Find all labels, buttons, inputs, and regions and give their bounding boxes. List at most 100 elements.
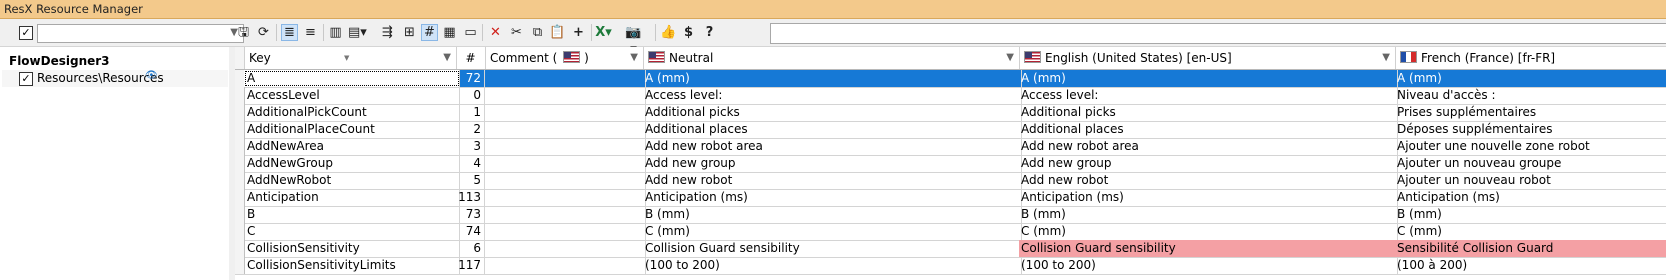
table-row[interactable]: AdditionalPickCount 1 Additional picks Addi… xyxy=(235,104,1666,122)
cell-english[interactable]: A (mm) xyxy=(1019,70,1398,87)
number-icon[interactable]: # xyxy=(421,24,438,41)
tree-icon[interactable]: ⊞ xyxy=(401,24,418,41)
cell-num[interactable]: 113 xyxy=(456,189,485,206)
cell-neutral[interactable]: C (mm) xyxy=(643,223,1022,240)
cell-comment[interactable] xyxy=(485,155,646,172)
cell-french[interactable]: Niveau d'accès : xyxy=(1395,87,1666,104)
cell-neutral[interactable]: A (mm) xyxy=(643,70,1022,87)
cell-english[interactable]: Collision Guard sensibility xyxy=(1019,240,1398,257)
filter-icon[interactable]: ▼ xyxy=(1006,47,1014,69)
cell-neutral[interactable]: Additional picks xyxy=(643,104,1022,121)
cell-comment[interactable] xyxy=(485,70,646,87)
cell-num[interactable]: 74 xyxy=(456,223,485,240)
save-icon[interactable]: 🖫 xyxy=(235,24,252,41)
add-icon[interactable]: + xyxy=(570,24,587,41)
cell-french[interactable]: (100 à 200) xyxy=(1395,257,1666,274)
cell-key[interactable]: B xyxy=(244,206,460,223)
cell-french[interactable]: C (mm) xyxy=(1395,223,1666,240)
filter-icon[interactable]: ▼ xyxy=(1382,47,1390,69)
cell-english[interactable]: Anticipation (ms) xyxy=(1019,189,1398,206)
import-icon[interactable]: ⇶ xyxy=(379,24,396,41)
cell-neutral[interactable]: Collision Guard sensibility xyxy=(643,240,1022,257)
cell-english[interactable]: (100 to 200) xyxy=(1019,257,1398,274)
cell-num[interactable]: 3 xyxy=(456,138,485,155)
cell-comment[interactable] xyxy=(485,257,646,274)
cell-french[interactable]: Ajouter un nouveau groupe xyxy=(1395,155,1666,172)
cell-neutral[interactable]: Additional places xyxy=(643,121,1022,138)
cell-num[interactable]: 72 xyxy=(456,70,485,87)
cell-num[interactable]: 117 xyxy=(456,257,485,274)
cell-key[interactable]: AccessLevel xyxy=(244,87,460,104)
table-row[interactable]: A 72 A (mm) A (mm) A (mm) xyxy=(235,70,1666,88)
cell-key[interactable]: AddNewRobot xyxy=(244,172,460,189)
cell-comment[interactable] xyxy=(485,172,646,189)
columns-menu-icon[interactable]: ▤▾ xyxy=(348,24,367,41)
cell-english[interactable]: Add new robot xyxy=(1019,172,1398,189)
table-row[interactable]: AddNewRobot 5 Add new robot Add new robot Aj… xyxy=(235,172,1666,190)
cell-french[interactable]: Ajouter une nouvelle zone robot xyxy=(1395,138,1666,155)
column-header-num[interactable]: # xyxy=(456,47,486,69)
filter-icon[interactable]: ▼ xyxy=(443,47,451,69)
cell-comment[interactable] xyxy=(485,121,646,138)
cell-num[interactable]: 6 xyxy=(456,240,485,257)
cell-num[interactable]: 4 xyxy=(456,155,485,172)
column-header-french[interactable]: French (France) [fr-FR] xyxy=(1395,47,1666,69)
cell-neutral[interactable]: Anticipation (ms) xyxy=(643,189,1022,206)
camera-icon[interactable]: 📷▾ xyxy=(625,24,642,57)
cell-neutral[interactable]: Access level: xyxy=(643,87,1022,104)
donate-icon[interactable]: $ xyxy=(680,24,697,41)
like-icon[interactable]: 👍 xyxy=(660,24,677,41)
cell-french[interactable]: B (mm) xyxy=(1395,206,1666,223)
cell-comment[interactable] xyxy=(485,223,646,240)
cell-comment[interactable] xyxy=(485,104,646,121)
table-row[interactable]: Anticipation 113 Anticipation (ms) Anticipa… xyxy=(235,189,1666,207)
cell-key[interactable]: AdditionalPickCount xyxy=(244,104,460,121)
column-header-key[interactable]: Key ▼ ▼ xyxy=(244,47,457,69)
table-row[interactable]: CollisionSensitivityLimits 117 (100 to 200… xyxy=(235,257,1666,275)
cell-neutral[interactable]: Add new robot xyxy=(643,172,1022,189)
cell-key[interactable]: CollisionSensitivityLimits xyxy=(244,257,460,274)
tree-item-checkbox[interactable]: ✓ xyxy=(19,72,33,86)
refresh-icon[interactable]: ⟳ xyxy=(255,24,272,41)
cell-key[interactable]: A xyxy=(244,70,460,87)
cell-num[interactable]: 0 xyxy=(456,87,485,104)
cell-french[interactable]: A (mm) xyxy=(1395,70,1666,87)
column-header-neutral[interactable]: Neutral ▼ xyxy=(643,47,1020,69)
align-left-icon[interactable]: ≣ xyxy=(281,24,298,41)
table-row[interactable]: CollisionSensitivity 6 Collision Guard sen… xyxy=(235,240,1666,258)
cell-english[interactable]: Add new group xyxy=(1019,155,1398,172)
cell-neutral[interactable]: B (mm) xyxy=(643,206,1022,223)
cut-icon[interactable]: ✂ xyxy=(508,24,525,41)
cell-comment[interactable] xyxy=(485,206,646,223)
cell-num[interactable]: 5 xyxy=(456,172,485,189)
cell-key[interactable]: Anticipation xyxy=(244,189,460,206)
column-header-english[interactable]: English (United States) [en-US] ▼ xyxy=(1019,47,1396,69)
cell-french[interactable]: Sensibilité Collision Guard xyxy=(1395,240,1666,257)
delete-icon[interactable]: ✕ xyxy=(487,24,504,41)
cell-neutral[interactable]: Add new group xyxy=(643,155,1022,172)
cell-key[interactable]: AddNewGroup xyxy=(244,155,460,172)
search-input[interactable] xyxy=(770,23,1666,44)
cell-english[interactable]: Add new robot area xyxy=(1019,138,1398,155)
cell-english[interactable]: B (mm) xyxy=(1019,206,1398,223)
help-icon[interactable]: ? xyxy=(701,24,718,41)
comment-icon[interactable]: ▭ xyxy=(462,24,479,41)
cell-english[interactable]: Additional places xyxy=(1019,121,1398,138)
cell-comment[interactable] xyxy=(485,138,646,155)
table-row[interactable]: AccessLevel 0 Access level: Access level: Ni… xyxy=(235,87,1666,105)
table-row[interactable]: B 73 B (mm) B (mm) B (mm) xyxy=(235,206,1666,224)
cell-english[interactable]: Additional picks xyxy=(1019,104,1398,121)
align-center-icon[interactable]: ≡ xyxy=(302,24,319,41)
cell-key[interactable]: C xyxy=(244,223,460,240)
cell-comment[interactable] xyxy=(485,240,646,257)
cell-comment[interactable] xyxy=(485,87,646,104)
column-header-comment[interactable]: Comment ( ) ▼ xyxy=(485,47,644,69)
cell-key[interactable]: AdditionalPlaceCount xyxy=(244,121,460,138)
cell-english[interactable]: Access level: xyxy=(1019,87,1398,104)
cell-num[interactable]: 73 xyxy=(456,206,485,223)
cell-neutral[interactable]: Add new robot area xyxy=(643,138,1022,155)
excel-icon[interactable]: X▾ xyxy=(595,24,612,41)
grid-icon[interactable]: ▦ xyxy=(441,24,458,41)
paste-icon[interactable]: 📋 xyxy=(549,24,566,41)
table-row[interactable]: AdditionalPlaceCount 2 Additional places Ad… xyxy=(235,121,1666,139)
